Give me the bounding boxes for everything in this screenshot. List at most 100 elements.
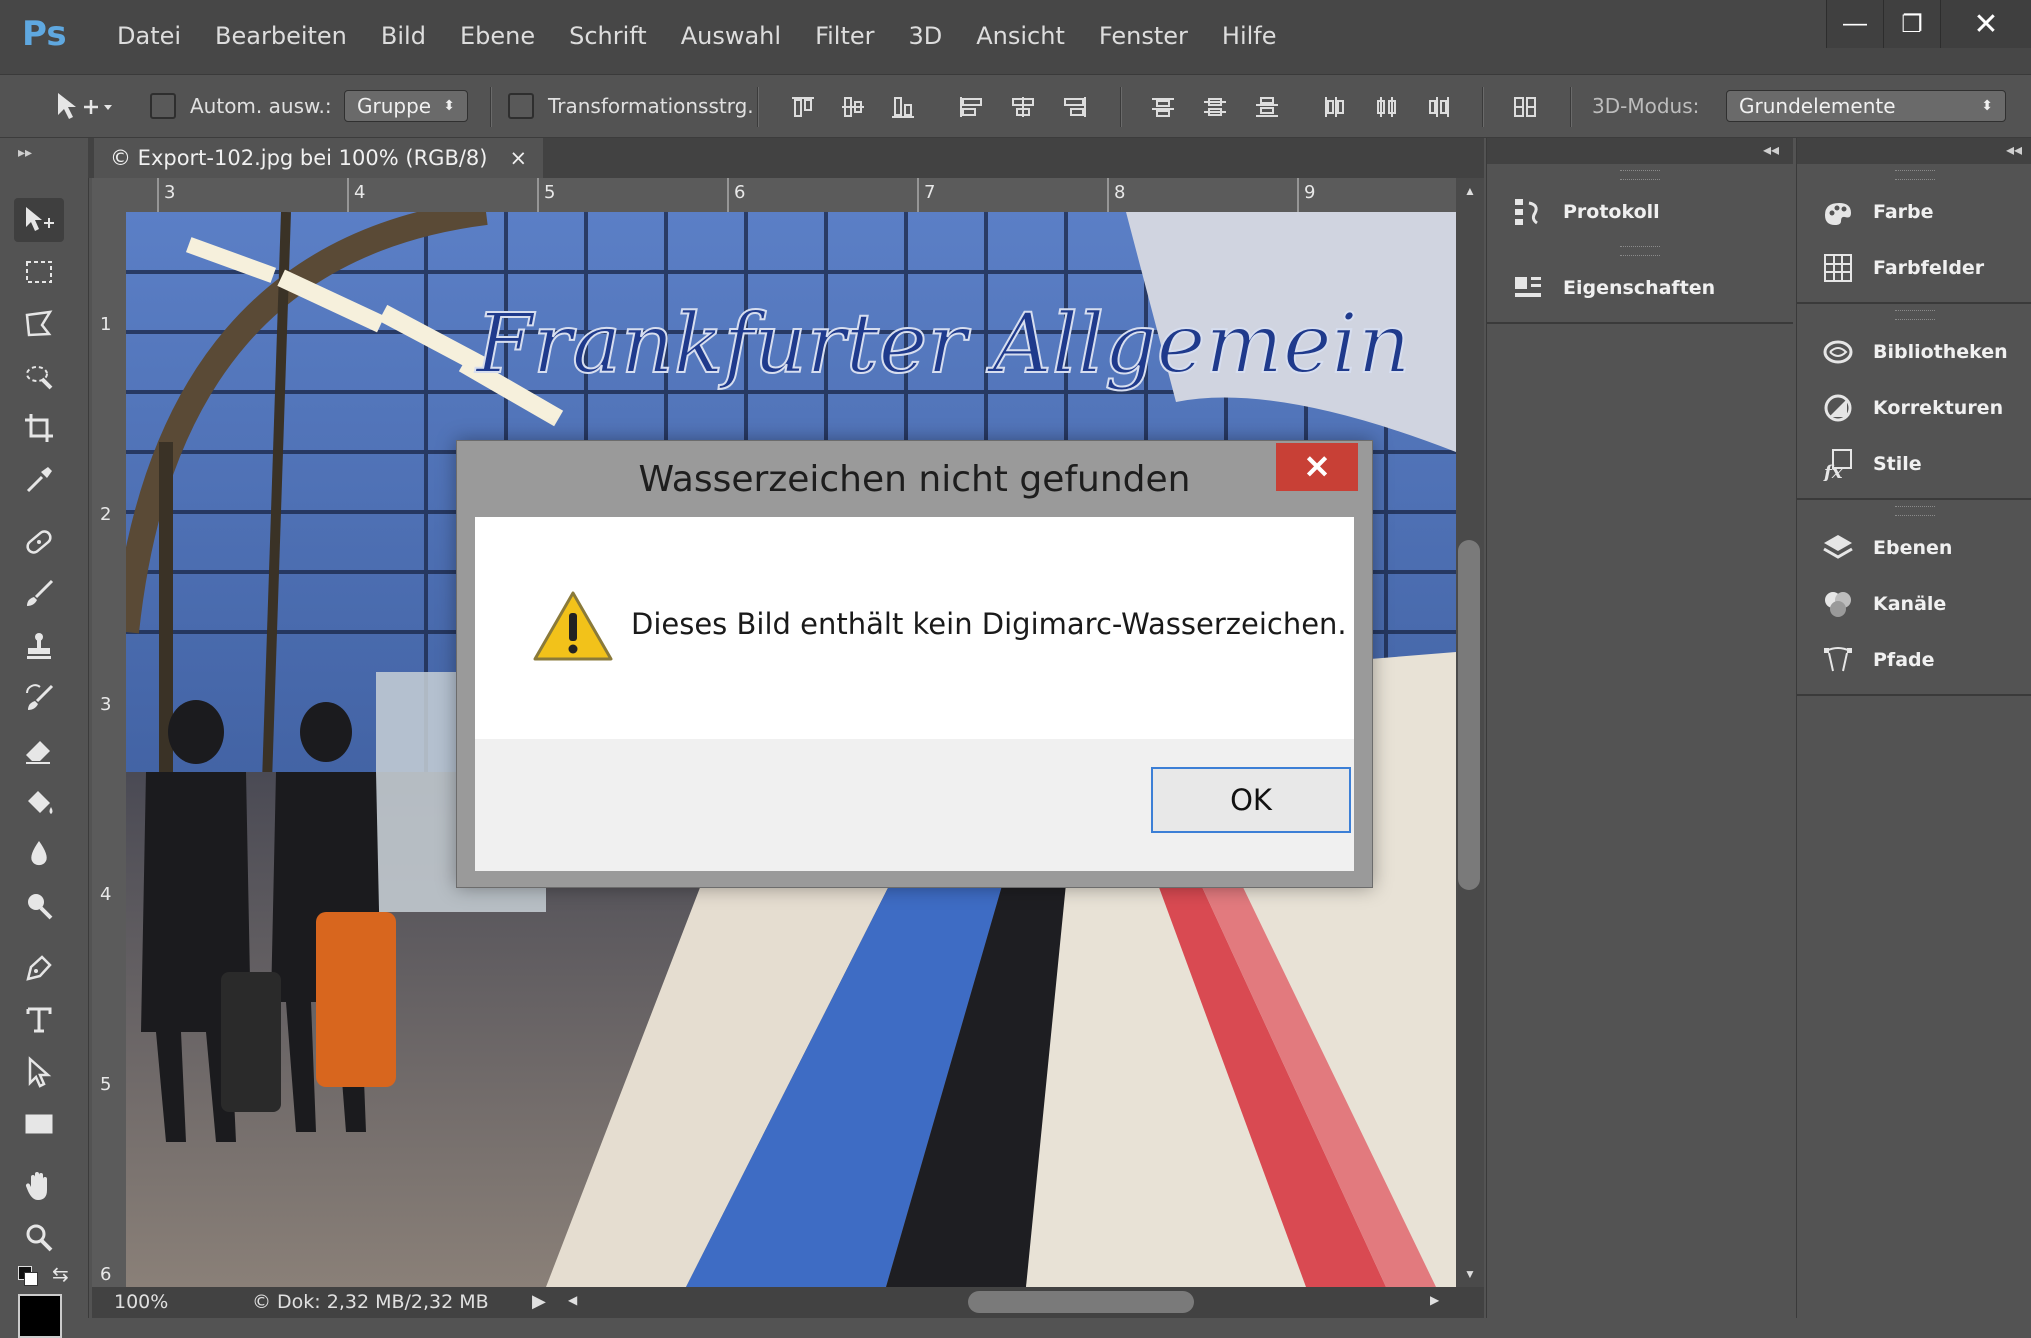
styles-icon: fx bbox=[1822, 449, 1852, 481]
scroll-up-icon[interactable]: ▲ bbox=[1464, 184, 1476, 198]
layers-icon bbox=[1823, 535, 1853, 559]
collapse-panel-icon[interactable]: ◂◂ bbox=[1763, 140, 1779, 160]
horizontal-scroll-thumb[interactable] bbox=[968, 1291, 1194, 1313]
ruler-ticks bbox=[157, 178, 1299, 212]
panel-grip[interactable] bbox=[1620, 170, 1660, 180]
brush-tool[interactable] bbox=[14, 572, 64, 616]
panel-label: Eigenschaften bbox=[1563, 277, 1716, 299]
menu-datei[interactable]: Datei bbox=[100, 22, 198, 50]
panel-ebenen[interactable]: Ebenen bbox=[1797, 520, 2031, 576]
panel-grip[interactable] bbox=[1894, 170, 1935, 180]
distribute-bottom-icon[interactable] bbox=[1254, 95, 1280, 119]
panel-pfade[interactable]: Pfade bbox=[1797, 632, 2031, 688]
app-logo: Ps bbox=[22, 14, 67, 54]
pen-tool[interactable] bbox=[14, 946, 64, 990]
align-top-icon[interactable] bbox=[790, 95, 816, 119]
distribute-right-icon[interactable] bbox=[1426, 95, 1452, 119]
scroll-right-icon[interactable]: ▶ bbox=[1430, 1293, 1439, 1307]
dodge-tool[interactable] bbox=[14, 884, 64, 928]
quick-select-icon bbox=[26, 366, 53, 390]
menu-bild[interactable]: Bild bbox=[364, 22, 443, 50]
rectangle-tool[interactable] bbox=[14, 1102, 64, 1146]
panel-grip[interactable] bbox=[1894, 310, 1935, 320]
foreground-color-swatch[interactable] bbox=[18, 1294, 62, 1338]
swap-colors-icon[interactable]: ⇆ bbox=[52, 1262, 69, 1287]
transform-controls-label: Transformationsstrg. bbox=[548, 94, 754, 118]
transform-controls-option: Transformationsstrg. bbox=[508, 75, 754, 137]
align-left-icon[interactable] bbox=[958, 95, 984, 119]
align-bottom-icon[interactable] bbox=[890, 95, 916, 119]
window-controls: — ❐ ✕ bbox=[1826, 0, 2031, 48]
panel-stile[interactable]: fx Stile bbox=[1797, 436, 2031, 492]
blur-tool[interactable] bbox=[14, 832, 64, 876]
marquee-tool[interactable] bbox=[14, 250, 64, 294]
mode3d-dropdown[interactable]: Grundelemente ⬍ bbox=[1726, 90, 2006, 122]
zoom-level[interactable]: 100% bbox=[114, 1291, 168, 1313]
distribute-hcenter-icon[interactable] bbox=[1374, 95, 1400, 119]
distribute-vcenter-icon[interactable] bbox=[1202, 95, 1228, 119]
panel-farbe[interactable]: Farbe bbox=[1797, 184, 2031, 240]
dialog-close-button[interactable]: ✕ bbox=[1276, 443, 1358, 491]
move-tool[interactable] bbox=[14, 198, 64, 242]
menu-auswahl[interactable]: Auswahl bbox=[664, 22, 798, 50]
vertical-scroll-thumb[interactable] bbox=[1458, 540, 1480, 890]
panel-eigenschaften[interactable]: Eigenschaften bbox=[1487, 260, 1793, 316]
quick-select-tool[interactable] bbox=[14, 354, 64, 398]
default-colors-icon[interactable] bbox=[18, 1266, 40, 1288]
stamp-tool[interactable] bbox=[14, 624, 64, 668]
history-brush-tool[interactable] bbox=[14, 676, 64, 720]
menu-filter[interactable]: Filter bbox=[798, 22, 891, 50]
ok-button[interactable]: OK bbox=[1151, 767, 1351, 833]
hand-tool[interactable] bbox=[14, 1164, 64, 1208]
auto-align-layers-icon[interactable] bbox=[1512, 95, 1538, 119]
panel-protokoll[interactable]: Protokoll bbox=[1487, 184, 1793, 240]
collapse-panel-icon[interactable]: ◂◂ bbox=[2006, 140, 2022, 160]
menu-bearbeiten[interactable]: Bearbeiten bbox=[198, 22, 364, 50]
auto-select-checkbox[interactable] bbox=[150, 93, 176, 119]
expand-panel-icon[interactable]: ▸▸ bbox=[18, 144, 32, 161]
auto-select-dropdown[interactable]: Gruppe ⬍ bbox=[344, 90, 468, 122]
panel-grip[interactable] bbox=[1894, 506, 1935, 516]
panel-grip[interactable] bbox=[1620, 246, 1660, 256]
panel-bibliotheken[interactable]: Bibliotheken bbox=[1797, 324, 2031, 380]
distribute-top-icon[interactable] bbox=[1150, 95, 1176, 119]
close-window-button[interactable]: ✕ bbox=[1940, 0, 2031, 48]
marquee-icon bbox=[26, 261, 52, 283]
minimize-button[interactable]: — bbox=[1826, 0, 1883, 48]
panel-label: Farbfelder bbox=[1873, 257, 1985, 279]
healing-brush-tool[interactable] bbox=[14, 520, 64, 564]
zoom-tool[interactable] bbox=[14, 1216, 64, 1260]
menu-ebene[interactable]: Ebene bbox=[443, 22, 552, 50]
document-tab-title: © Export-102.jpg bei 100% (RGB/8) bbox=[110, 146, 488, 170]
menu-ansicht[interactable]: Ansicht bbox=[959, 22, 1082, 50]
align-hcenter-icon[interactable] bbox=[1010, 95, 1036, 119]
crop-icon bbox=[25, 414, 53, 442]
panel-korrekturen[interactable]: Korrekturen bbox=[1797, 380, 2031, 436]
direct-select-icon bbox=[28, 1056, 52, 1088]
status-menu-arrow-icon[interactable]: ▶ bbox=[532, 1291, 546, 1312]
path-selection-tool[interactable] bbox=[14, 1050, 64, 1094]
document-tab[interactable]: © Export-102.jpg bei 100% (RGB/8) × bbox=[94, 138, 544, 178]
distribute-left-icon[interactable] bbox=[1322, 95, 1348, 119]
menu-3d[interactable]: 3D bbox=[892, 22, 960, 50]
scroll-down-icon[interactable]: ▼ bbox=[1464, 1267, 1476, 1281]
panel-farbfelder[interactable]: Farbfelder bbox=[1797, 240, 2031, 296]
move-tool-preset[interactable] bbox=[54, 75, 112, 137]
close-tab-icon[interactable]: × bbox=[510, 146, 528, 170]
ruler-label: 6 bbox=[734, 182, 746, 203]
eyedropper-tool[interactable] bbox=[14, 458, 64, 502]
menu-hilfe[interactable]: Hilfe bbox=[1205, 22, 1294, 50]
crop-tool[interactable] bbox=[14, 406, 64, 450]
lasso-tool[interactable] bbox=[14, 302, 64, 346]
panel-kanaele[interactable]: Kanäle bbox=[1797, 576, 2031, 632]
paint-bucket-tool[interactable] bbox=[14, 780, 64, 824]
align-right-icon[interactable] bbox=[1062, 95, 1088, 119]
restore-button[interactable]: ❐ bbox=[1883, 0, 1940, 48]
menu-fenster[interactable]: Fenster bbox=[1082, 22, 1205, 50]
menu-schrift[interactable]: Schrift bbox=[552, 22, 664, 50]
align-vcenter-icon[interactable] bbox=[840, 95, 866, 119]
scroll-left-icon[interactable]: ◀ bbox=[568, 1293, 577, 1307]
transform-controls-checkbox[interactable] bbox=[508, 93, 534, 119]
text-tool[interactable] bbox=[14, 998, 64, 1042]
eraser-tool[interactable] bbox=[14, 728, 64, 772]
